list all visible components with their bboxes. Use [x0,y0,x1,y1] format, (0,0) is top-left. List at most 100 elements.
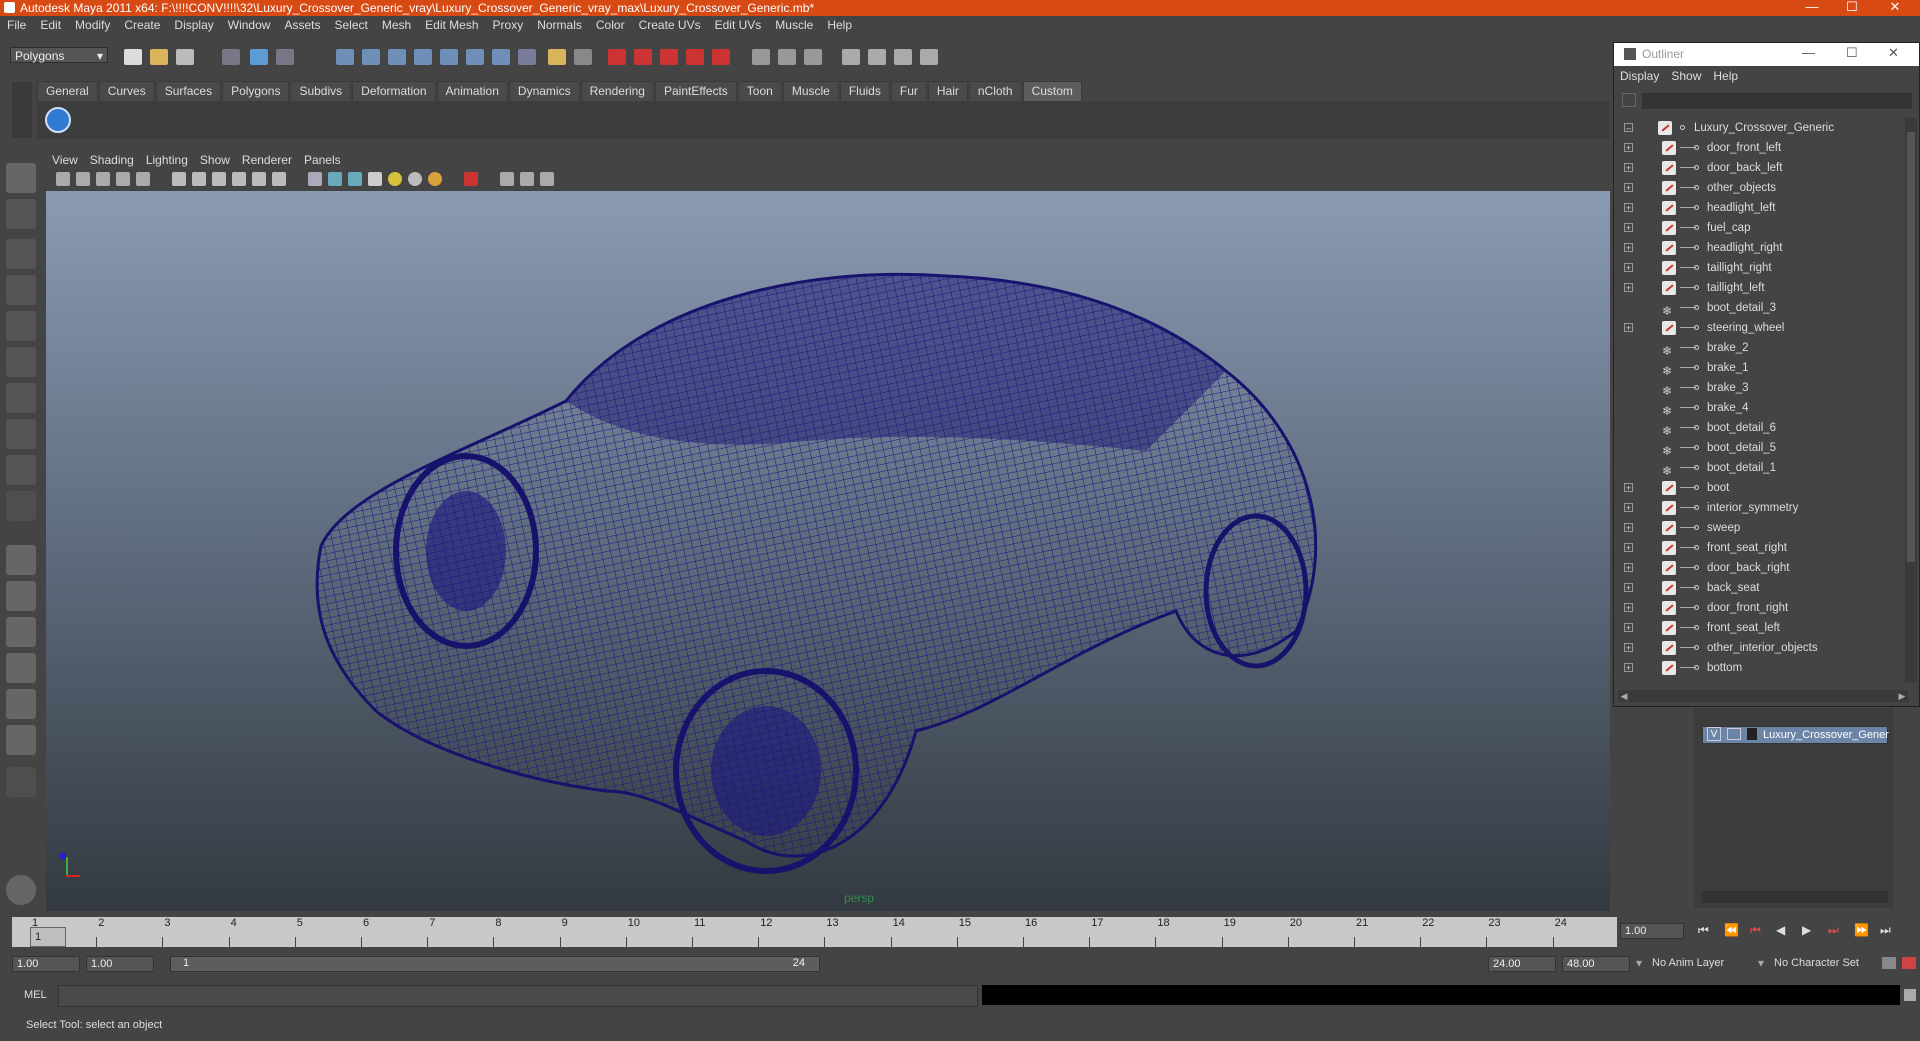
layout-graph-icon[interactable] [920,49,938,65]
soft-modification-icon[interactable] [6,419,36,449]
step-back-key-icon[interactable]: ⏪ [1724,923,1739,937]
preferences-icon[interactable] [1902,957,1916,969]
outliner-item[interactable]: + headlight_right [1614,238,1904,258]
menu-proxy[interactable]: Proxy [486,16,531,35]
tab-hair[interactable]: Hair [927,81,968,102]
new-scene-icon[interactable] [124,49,142,65]
expand-icon[interactable]: + [1624,263,1633,273]
outliner-item[interactable]: + sweep [1614,518,1904,538]
tab-subdivs[interactable]: Subdivs [290,81,352,102]
step-forward-key-icon[interactable]: ⏩ [1854,923,1869,937]
outliner-item[interactable]: + boot [1614,478,1904,498]
layout-single-icon[interactable] [842,49,860,65]
outliner-item[interactable]: + headlight_left [1614,198,1904,218]
layer-scrollbar[interactable] [1702,891,1888,903]
tab-toon[interactable]: Toon [737,81,782,102]
resolution-gate-icon[interactable] [500,172,514,186]
menu-modify[interactable]: Modify [68,16,117,35]
viewport-menu-view[interactable]: View [46,151,84,169]
menu-normals[interactable]: Normals [530,16,589,35]
hypershade-icon[interactable] [686,49,704,65]
outliner-search-input[interactable] [1642,93,1912,109]
anim-layer-selector[interactable]: No Anim Layer [1652,957,1724,969]
maximize-icon[interactable]: ☐ [1846,45,1858,61]
outliner-item[interactable]: ❄ boot_detail_6 [1614,418,1904,438]
layout-outliner-icon[interactable] [894,49,912,65]
play-forwards-icon[interactable]: ▶ [1802,923,1811,937]
chevron-down-icon[interactable]: ▾ [1636,956,1642,970]
last-tool-icon[interactable] [6,491,36,521]
script-editor-icon[interactable] [1904,989,1916,1001]
checkmark-shelf-icon[interactable] [45,107,71,133]
outliner-item[interactable]: ❄ brake_3 [1614,378,1904,398]
range-slider[interactable]: 1 24 [170,956,820,972]
expand-icon[interactable]: + [1624,483,1633,493]
expand-icon[interactable]: + [1624,503,1633,513]
outliner-item[interactable]: + door_back_left [1614,158,1904,178]
tab-surfaces[interactable]: Surfaces [155,81,222,102]
layout-outliner-graph-icon[interactable] [6,689,36,719]
minimize-icon[interactable]: — [1797,0,1827,14]
open-scene-icon[interactable] [150,49,168,65]
tab-animation[interactable]: Animation [436,81,508,102]
menu-window[interactable]: Window [221,16,278,35]
grid-toggle-icon[interactable] [136,172,150,186]
lasso-tool-icon[interactable] [6,199,36,229]
use-all-lights-icon[interactable] [308,172,322,186]
outliner-item[interactable]: + taillight_right [1614,258,1904,278]
attribute-editor-icon[interactable] [752,49,770,65]
expand-icon[interactable]: + [1624,523,1633,533]
camera-attributes-icon[interactable] [76,172,90,186]
outliner-item[interactable]: ❄ brake_1 [1614,358,1904,378]
outliner-root-row[interactable]: – Luxury_Crossover_Generic [1614,118,1904,138]
layout-perspective-icon[interactable] [6,545,36,575]
layout-persp-graph-icon[interactable] [6,653,36,683]
end-time-field[interactable]: 48.00 [1562,956,1630,972]
tab-ncloth[interactable]: nCloth [968,81,1022,102]
rotate-tool-icon[interactable] [6,311,36,341]
go-to-start-icon[interactable]: ⏮ [1698,923,1709,938]
outliner-item[interactable]: + other_objects [1614,178,1904,198]
outliner-item[interactable]: + back_seat [1614,578,1904,598]
close-icon[interactable]: ✕ [1880,0,1910,15]
step-back-frame-icon[interactable]: ⏮ [1750,923,1761,938]
select-hierarchy-icon[interactable] [222,49,240,65]
expand-icon[interactable]: + [1624,323,1633,333]
outliner-item[interactable]: ❄ brake_4 [1614,398,1904,418]
menu-help[interactable]: Help [820,16,859,35]
gold-sphere-icon[interactable] [428,172,442,186]
current-time-field[interactable]: 1.00 [1620,923,1684,939]
tab-rendering[interactable]: Rendering [580,81,654,102]
tab-painteffects[interactable]: PaintEffects [654,81,737,102]
snap-plane-icon[interactable] [414,49,432,65]
layout-hypershade-icon[interactable] [6,725,36,755]
image-plane-icon[interactable] [116,172,130,186]
outliner-item[interactable]: + door_front_left [1614,138,1904,158]
viewport-menu-shading[interactable]: Shading [84,151,140,169]
go-to-end-icon[interactable]: ⏭ [1880,923,1891,938]
menu-mesh[interactable]: Mesh [375,16,418,35]
character-set-selector[interactable]: No Character Set [1774,957,1859,969]
expand-icon[interactable]: + [1624,183,1633,193]
tool-settings-icon[interactable] [778,49,796,65]
menu-edit-uvs[interactable]: Edit UVs [708,16,769,35]
expand-icon[interactable]: + [1624,243,1633,253]
mel-label[interactable]: MEL [24,989,47,1001]
menu-display[interactable]: Display [167,16,220,35]
bookmark-icon[interactable] [96,172,110,186]
outliner-item[interactable]: ❄ boot_detail_3 [1614,298,1904,318]
outliner-vertical-scrollbar[interactable] [1905,118,1917,683]
menu-file[interactable]: File [0,16,33,35]
select-object-icon[interactable] [250,49,268,65]
expand-icon[interactable]: + [1624,223,1633,233]
viewport-menu-show[interactable]: Show [194,151,236,169]
default-material-icon[interactable] [252,172,266,186]
tab-fluids[interactable]: Fluids [839,81,890,102]
paint-select-tool-icon[interactable] [6,239,36,269]
channel-box-icon[interactable] [804,49,822,65]
maximize-icon[interactable]: ☐ [1837,0,1867,15]
menu-create[interactable]: Create [117,16,167,35]
universal-manipulator-icon[interactable] [6,383,36,413]
tab-curves[interactable]: Curves [98,81,155,102]
chevron-down-icon[interactable]: ▾ [1758,956,1764,970]
